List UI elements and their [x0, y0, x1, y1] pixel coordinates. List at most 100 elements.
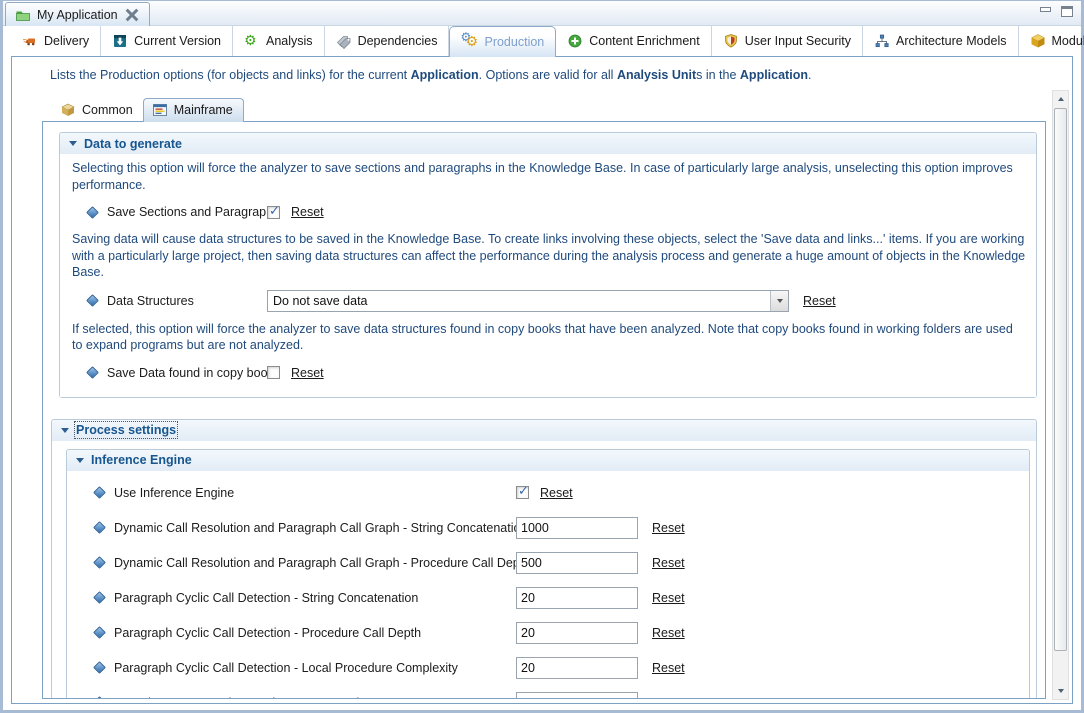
reset-link[interactable]: Reset: [652, 591, 685, 605]
subtab-mainframe-selected[interactable]: Mainframe: [143, 98, 244, 122]
dyn-call-proc-depth-input[interactable]: [516, 552, 638, 574]
reset-link[interactable]: Reset: [652, 521, 685, 535]
option-label: Dynamic Call Resolution and Paragraph Ca…: [114, 556, 516, 570]
option-label: Paragraph Cyclic Call Detection - String…: [114, 591, 516, 605]
option-row-loop-string-concat: Open in Loop Detection - String Concaten…: [77, 692, 1019, 700]
toolbar-tabstrip: Delivery Current Version ⚙ Analysis Depe…: [3, 26, 1081, 56]
reset-link[interactable]: Reset: [652, 626, 685, 640]
use-inference-engine-checkbox[interactable]: [516, 486, 529, 499]
option-label: Paragraph Cyclic Call Detection - Local …: [114, 661, 516, 675]
option-row-dyn-call-proc-depth: Dynamic Call Resolution and Paragraph Ca…: [77, 552, 1019, 574]
arrow-up-icon: [1058, 97, 1064, 101]
scrollbar-up-button[interactable]: [1053, 91, 1068, 107]
cyclic-proc-depth-input[interactable]: [516, 622, 638, 644]
reset-link[interactable]: Reset: [652, 696, 685, 700]
option-label: Open in Loop Detection - String Concaten…: [114, 696, 516, 700]
production-gears-icon: ⚙⚙: [461, 34, 478, 50]
reset-link-save-sections[interactable]: Reset: [291, 205, 324, 219]
window-buttons: [1039, 6, 1073, 17]
option-row-copy-books: Save Data found in copy books Reset: [70, 363, 1026, 383]
subtab-common[interactable]: Common: [52, 99, 143, 122]
description-text: .: [808, 68, 811, 82]
cyclic-local-complexity-input[interactable]: [516, 657, 638, 679]
description-bold: Analysis Unit: [617, 68, 696, 82]
tab-architecture-models[interactable]: Architecture Models: [863, 26, 1018, 56]
tab-label: Production: [484, 35, 544, 49]
cyclic-string-concat-input[interactable]: [516, 587, 638, 609]
tab-modules[interactable]: Modules: [1019, 26, 1084, 56]
green-folder-icon: [15, 7, 31, 23]
description-text: s in the: [696, 68, 740, 82]
tab-analysis[interactable]: ⚙ Analysis: [233, 26, 325, 56]
section-title: Data to generate: [84, 137, 182, 151]
reset-link-data-structures[interactable]: Reset: [803, 294, 836, 308]
description-bold: Application: [411, 68, 479, 82]
copy-books-checkbox[interactable]: [267, 366, 280, 379]
editor-tab-my-application[interactable]: My Application: [5, 2, 150, 26]
option-label: Data Structures: [107, 294, 267, 308]
section-data-to-generate: Data to generate Selecting this option w…: [59, 132, 1037, 398]
tab-label: Content Enrichment: [589, 34, 699, 48]
collapse-triangle-icon: [61, 428, 69, 433]
collapse-triangle-icon: [69, 141, 77, 146]
mainframe-icon: [152, 102, 168, 118]
reset-link-copy-books[interactable]: Reset: [291, 366, 324, 380]
tab-dependencies[interactable]: Dependencies: [325, 26, 450, 56]
close-icon[interactable]: [124, 7, 140, 23]
option-row-use-inference-engine: Use Inference Engine Reset: [77, 483, 1019, 503]
tab-current-version[interactable]: Current Version: [101, 26, 233, 56]
dropdown-button[interactable]: [770, 291, 788, 311]
section-title: Process settings: [76, 423, 176, 437]
reset-link[interactable]: Reset: [652, 556, 685, 570]
tab-delivery[interactable]: Delivery: [11, 26, 101, 56]
dependencies-icon: [336, 33, 352, 49]
option-row-dyn-call-string-concat: Dynamic Call Resolution and Paragraph Ca…: [77, 517, 1019, 539]
section-header-process-settings[interactable]: Process settings: [52, 420, 1036, 441]
data-structures-dropdown[interactable]: Do not save data: [267, 290, 789, 312]
title-bar: My Application: [3, 1, 1081, 26]
description-text: Lists the Production options (for object…: [50, 68, 411, 82]
diamond-bullet-icon: [93, 521, 106, 534]
loop-string-concat-input[interactable]: [516, 692, 638, 700]
subtab-label: Mainframe: [174, 103, 233, 117]
option-description: Selecting this option will force the ana…: [72, 160, 1026, 193]
save-sections-checkbox[interactable]: [267, 206, 280, 219]
vertical-scrollbar[interactable]: [1052, 90, 1069, 700]
tab-label: Delivery: [44, 34, 89, 48]
scrollbar-thumb[interactable]: [1054, 108, 1067, 651]
architecture-models-icon: [874, 33, 890, 49]
content-enrichment-plus-icon: [567, 33, 583, 49]
diamond-bullet-icon: [93, 696, 106, 699]
diamond-bullet-icon: [93, 626, 106, 639]
scrollbar-down-button[interactable]: [1053, 683, 1068, 699]
option-row-cyclic-proc-depth: Paragraph Cyclic Call Detection - Proced…: [77, 622, 1019, 644]
section-title: Inference Engine: [91, 453, 192, 467]
section-body: Use Inference Engine Reset Dynamic Call …: [67, 471, 1029, 700]
diamond-bullet-icon: [86, 206, 99, 219]
tab-label: Dependencies: [358, 34, 438, 48]
tab-description: Lists the Production options (for object…: [50, 68, 1032, 82]
diamond-bullet-icon: [86, 294, 99, 307]
section-header-data-to-generate[interactable]: Data to generate: [60, 133, 1036, 154]
option-label: Paragraph Cyclic Call Detection - Proced…: [114, 626, 516, 640]
dyn-call-string-concat-input[interactable]: [516, 517, 638, 539]
option-description: If selected, this option will force the …: [72, 321, 1026, 354]
delivery-icon: [22, 33, 38, 49]
option-label: Save Sections and Paragraphs: [107, 205, 267, 219]
current-version-icon: [112, 33, 128, 49]
tab-content-enrichment[interactable]: Content Enrichment: [556, 26, 711, 56]
option-label: Use Inference Engine: [114, 486, 516, 500]
maximize-icon[interactable]: [1061, 6, 1073, 17]
option-row-cyclic-local-complexity: Paragraph Cyclic Call Detection - Local …: [77, 657, 1019, 679]
modules-cube-icon: [1030, 33, 1046, 49]
section-header-inference-engine[interactable]: Inference Engine: [67, 450, 1029, 471]
reset-link[interactable]: Reset: [652, 661, 685, 675]
reset-link-use-inference-engine[interactable]: Reset: [540, 486, 573, 500]
minimize-icon[interactable]: [1039, 6, 1051, 16]
description-bold: Application: [740, 68, 808, 82]
tab-label: Architecture Models: [896, 34, 1006, 48]
tab-user-input-security[interactable]: User Input Security: [712, 26, 863, 56]
option-row-cyclic-string-concat: Paragraph Cyclic Call Detection - String…: [77, 587, 1019, 609]
options-panel: Data to generate Selecting this option w…: [42, 121, 1046, 699]
tab-production-selected[interactable]: ⚙⚙ Production: [449, 26, 556, 57]
